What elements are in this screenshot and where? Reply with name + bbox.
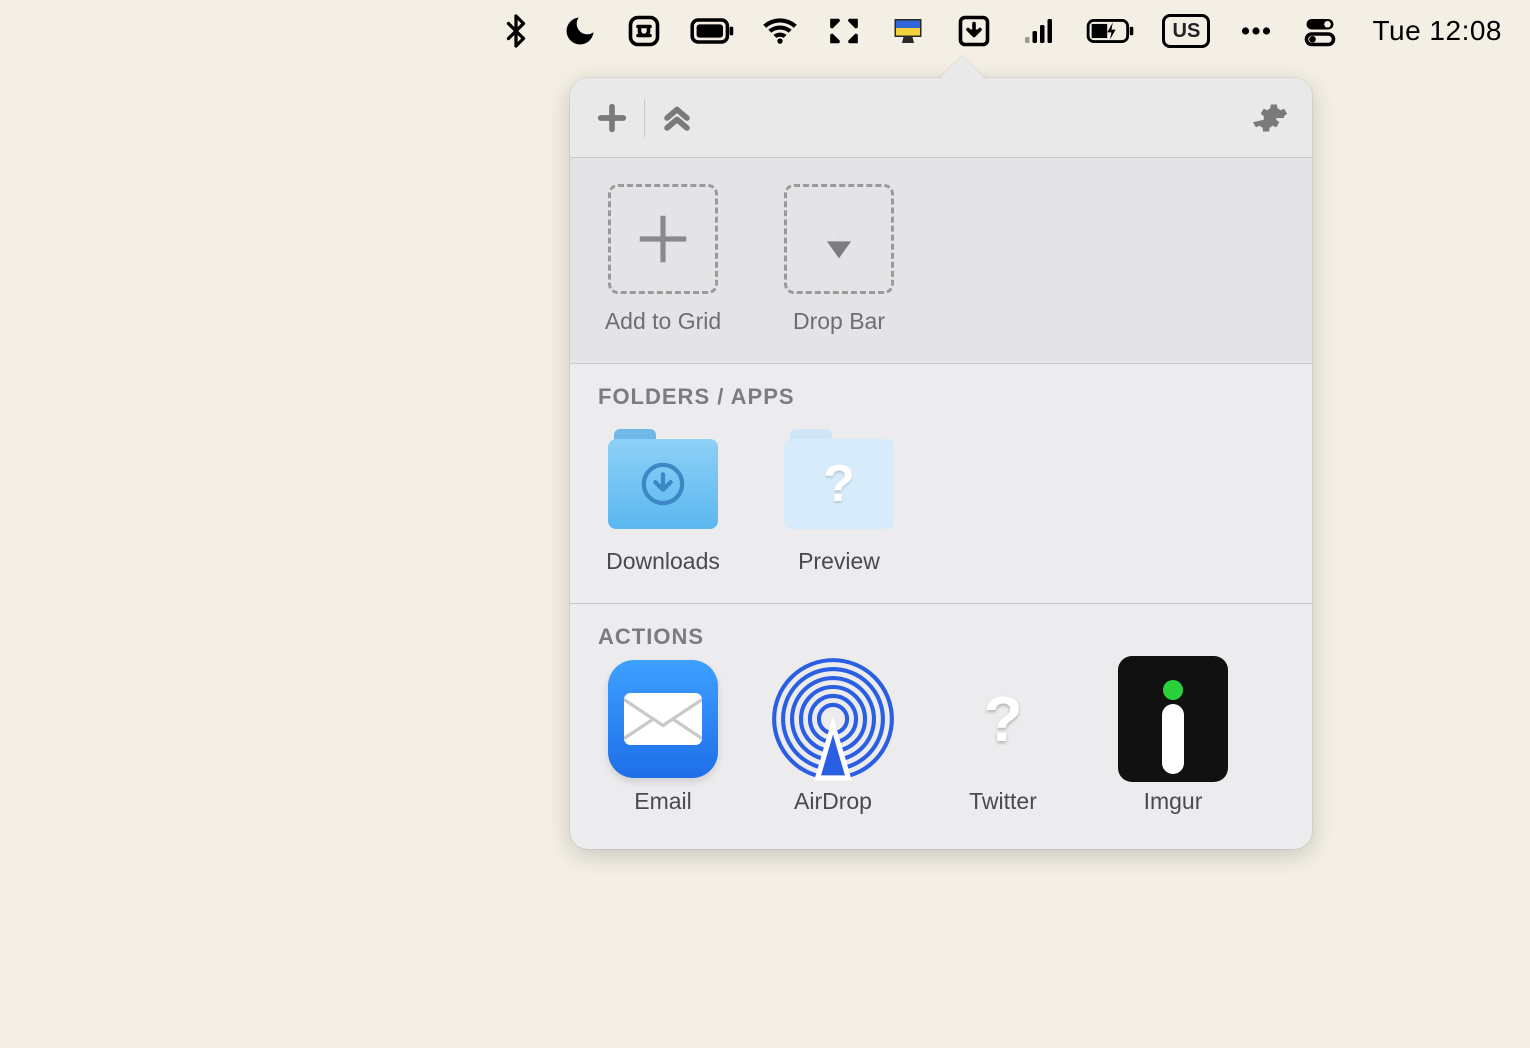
actions-title: ACTIONS [598,624,1284,650]
input-source-indicator[interactable]: US [1162,14,1210,48]
wifi-icon[interactable] [762,13,798,49]
folder-faded-icon: ? [784,429,894,529]
expand-arrows-icon[interactable] [826,13,862,49]
app-status-icon[interactable] [626,13,662,49]
twitter-action[interactable]: ? Twitter [938,664,1068,815]
folders-apps-section: FOLDERS / APPS Downloads [570,364,1312,604]
airdrop-label: AirDrop [794,788,872,815]
drop-bar-label: Drop Bar [793,308,885,335]
drop-bar-target[interactable]: Drop Bar [774,184,904,335]
battery-full-icon[interactable] [690,13,734,49]
battery-charging-icon[interactable] [1086,13,1134,49]
email-action[interactable]: Email [598,664,728,815]
add-button[interactable] [588,94,636,142]
collapse-up-button[interactable] [653,94,701,142]
menubar: US Tue 12:08 [0,0,1530,62]
dropzone-popover: Add to Grid Drop Bar FOLDERS / APPS [570,78,1312,849]
bluetooth-icon[interactable] [498,13,534,49]
more-menu-icon[interactable] [1238,13,1274,49]
dropzone-menubar-icon[interactable] [954,13,994,49]
imgur-action[interactable]: Imgur [1108,664,1238,815]
toolbar-divider [644,99,645,137]
add-to-grid-label: Add to Grid [605,308,721,335]
input-source-label: US [1173,20,1201,43]
drop-targets-section: Add to Grid Drop Bar [570,158,1312,364]
popover-arrow [938,56,986,80]
control-center-icon[interactable] [1302,13,1338,49]
email-label: Email [634,788,692,815]
preview-app[interactable]: ? Preview [774,424,904,575]
cellular-signal-icon[interactable] [1022,13,1058,49]
preview-label: Preview [798,548,880,575]
actions-section: ACTIONS Email [570,604,1312,849]
mail-app-icon [608,660,718,778]
folders-apps-title: FOLDERS / APPS [598,384,1284,410]
settings-button[interactable] [1246,94,1294,142]
imgur-label: Imgur [1144,788,1203,815]
folder-icon [608,429,718,529]
twitter-label: Twitter [969,788,1037,815]
popover-toolbar [570,78,1312,158]
downloads-label: Downloads [606,548,720,575]
menubar-clock[interactable]: Tue 12:08 [1372,15,1502,47]
missing-app-icon: ? [948,660,1058,778]
imgur-icon [1118,656,1228,782]
question-mark-icon: ? [823,454,855,514]
display-icon[interactable] [890,13,926,49]
airdrop-icon [769,654,897,784]
downloads-folder[interactable]: Downloads [598,424,728,575]
airdrop-action[interactable]: AirDrop [768,664,898,815]
do-not-disturb-icon[interactable] [562,13,598,49]
add-to-grid-target[interactable]: Add to Grid [598,184,728,335]
